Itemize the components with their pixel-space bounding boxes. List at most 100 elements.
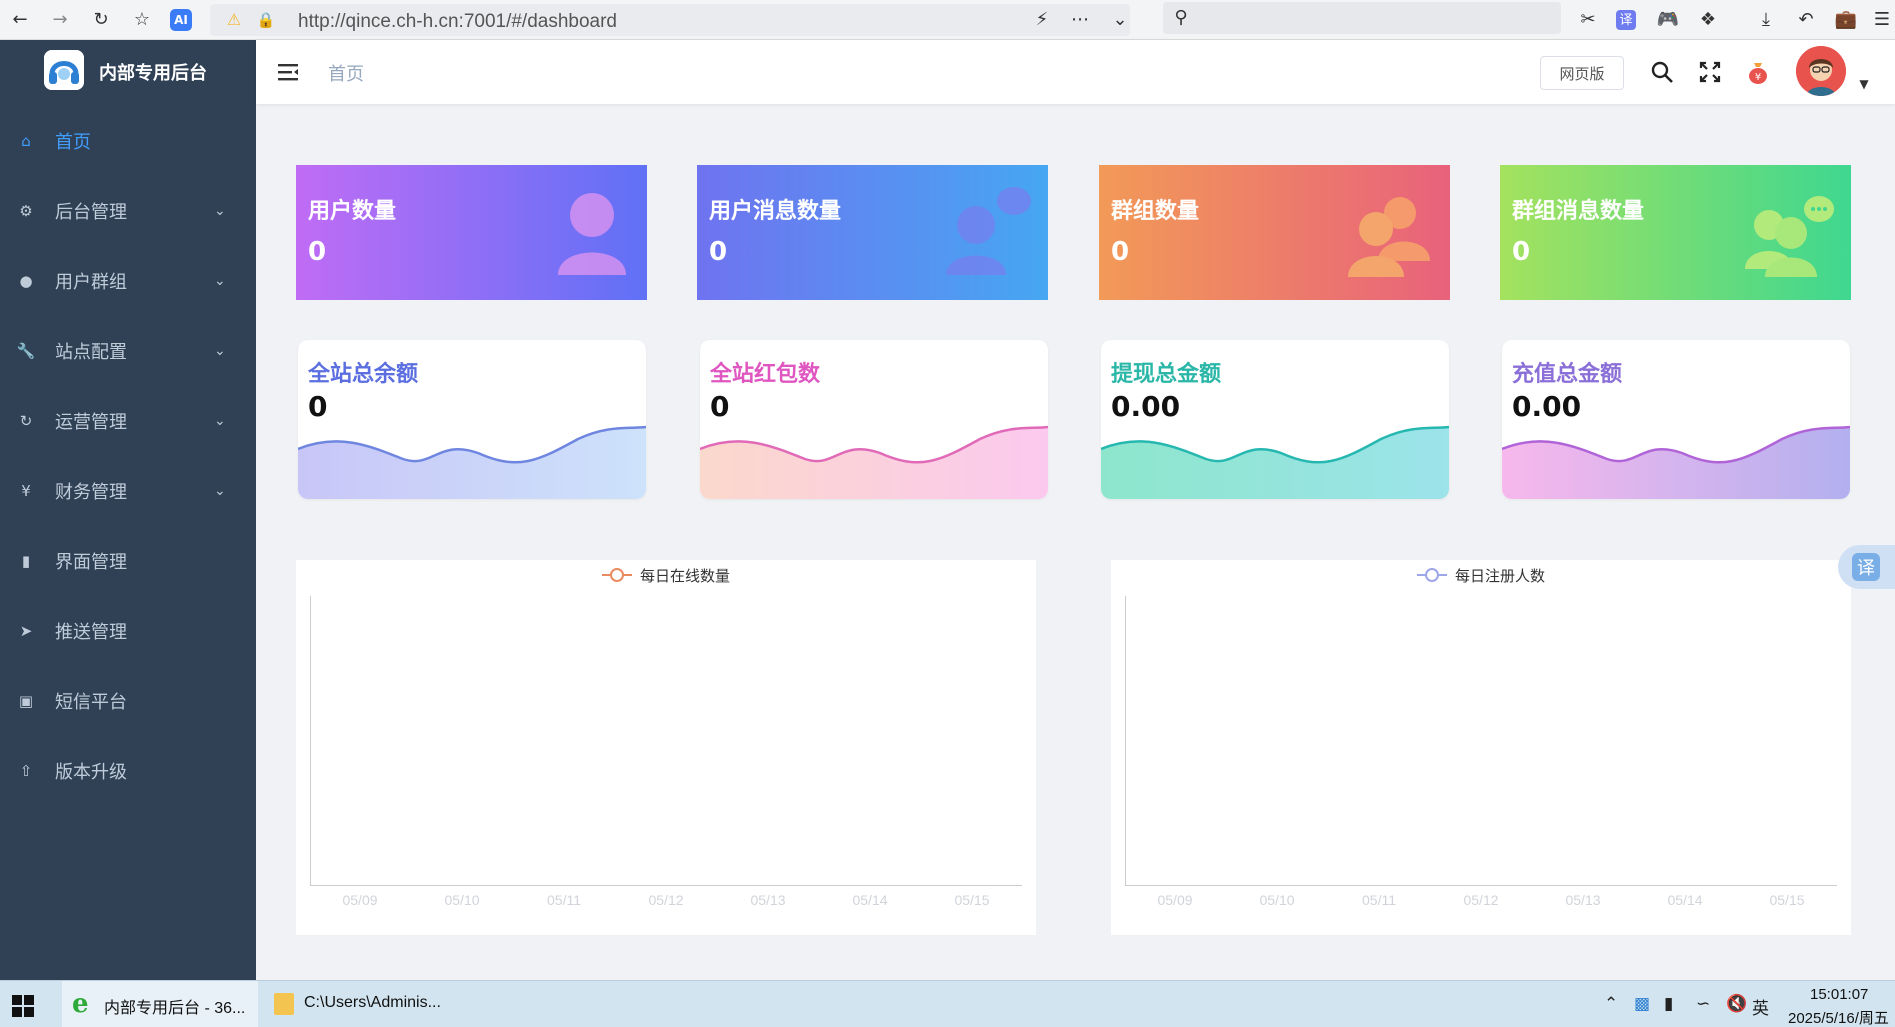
sidebar: 内部专用后台 ⌂ 首页 ⚙ 后台管理 ⌄ ● 用户群组 ⌄ 🔧 站点配置 ⌄ ↻… (0, 40, 256, 980)
chart-legend[interactable]: 每日注册人数 (1417, 564, 1545, 586)
wave-card-total-balance[interactable]: 全站总余额 0 (298, 340, 646, 499)
sidebar-item-label: 界面管理 (55, 552, 127, 572)
menu-icon[interactable]: ☰ (1870, 8, 1894, 32)
battery-icon[interactable]: ▮ (1664, 994, 1673, 1014)
translate-float-button[interactable]: 译 (1838, 545, 1895, 589)
download-icon[interactable]: ⤓ (1754, 8, 1778, 32)
sidebar-item-sms[interactable]: ▣ 短信平台 (0, 666, 256, 736)
wave-card-title: 充值总金额 (1512, 361, 1623, 386)
legend-line-circle-icon (1417, 567, 1447, 583)
wifi-icon[interactable]: ∽ (1696, 994, 1710, 1014)
more-dots-icon[interactable]: ⋯ (1068, 8, 1092, 32)
stat-card-value: 0 (709, 237, 728, 267)
x-tick-label: 05/12 (1463, 892, 1499, 908)
money-icon: ¥ (21, 482, 31, 500)
home-icon: ⌂ (21, 132, 31, 150)
sidebar-item-finance[interactable]: ¥ 财务管理 ⌄ (0, 456, 256, 526)
avatar[interactable] (1796, 46, 1846, 96)
caret-down-icon[interactable]: ▼ (1850, 70, 1878, 98)
wave-graphic (298, 425, 646, 499)
x-tick-label: 05/12 (648, 892, 684, 908)
bookmark-star-icon[interactable]: ☆ (130, 8, 154, 32)
undo-icon[interactable]: ↶ (1794, 8, 1818, 32)
x-tick-label: 05/09 (1157, 892, 1193, 908)
reload-icon[interactable]: ↻ (89, 8, 113, 32)
sidebar-item-label: 推送管理 (55, 622, 127, 642)
chevron-down-icon: ⌄ (214, 203, 226, 219)
x-tick-label: 05/15 (954, 892, 990, 908)
wave-card-withdrawals[interactable]: 提现总金额 0.00 (1101, 340, 1449, 499)
stat-card-users[interactable]: 用户数量 0 (296, 165, 647, 300)
sidebar-item-push[interactable]: ➤ 推送管理 (0, 596, 256, 666)
windows-start-icon[interactable] (12, 995, 34, 1017)
money-bag-icon[interactable]: ¥ (1744, 58, 1772, 86)
stat-card-title: 群组消息数量 (1512, 198, 1645, 223)
puzzle-extension-icon[interactable]: ❖ (1696, 8, 1720, 32)
search-icon[interactable] (1648, 58, 1676, 86)
chevron-down-icon[interactable]: ⌄ (1108, 8, 1132, 32)
translate-extension-icon[interactable]: 译 (1616, 10, 1636, 30)
chart-legend[interactable]: 每日在线数量 (602, 564, 730, 586)
x-tick-label: 05/11 (1362, 892, 1396, 908)
sidebar-item-user-groups[interactable]: ● 用户群组 ⌄ (0, 246, 256, 316)
back-icon[interactable]: ← (8, 8, 32, 32)
sidebar-item-label: 首页 (55, 132, 91, 152)
sidebar-logo[interactable]: 内部专用后台 (0, 40, 256, 102)
top-navbar: 首页 网页版 ¥ ▼ (256, 40, 1895, 104)
sidebar-item-label: 后台管理 (55, 202, 127, 222)
group-chat-icon (1745, 196, 1834, 277)
game-icon[interactable]: 🎮 (1656, 8, 1680, 32)
wave-card-title: 全站总余额 (308, 361, 419, 386)
user-message-icon (946, 187, 1031, 275)
sidebar-item-label: 运营管理 (55, 412, 127, 432)
svg-text:¥: ¥ (1755, 72, 1761, 83)
shield-warning-icon[interactable]: ⚠ (222, 8, 246, 32)
taskbar-browser-window[interactable]: e 内部专用后台 - 36... (62, 981, 258, 1027)
forward-icon[interactable]: → (48, 8, 72, 32)
sidebar-item-home[interactable]: ⌂ 首页 (0, 106, 256, 176)
scissors-icon[interactable]: ✂ (1576, 8, 1600, 32)
fullscreen-icon[interactable] (1696, 58, 1724, 86)
browser-search-box[interactable]: ⚲ (1163, 2, 1561, 34)
wrench-icon: 🔧 (16, 342, 36, 360)
chevron-down-icon: ⌄ (214, 343, 226, 359)
wave-card-red-packets[interactable]: 全站红包数 0 (700, 340, 1048, 499)
stat-card-user-messages[interactable]: 用户消息数量 0 (697, 165, 1048, 300)
sidebar-item-upgrade[interactable]: ⇧ 版本升级 (0, 736, 256, 806)
ime-indicator[interactable]: 英 (1752, 994, 1769, 1019)
stat-card-title: 群组数量 (1111, 198, 1200, 223)
url-text[interactable]: http://qince.ch-h.cn:7001/#/dashboard (298, 11, 617, 33)
stat-card-value: 0 (1111, 237, 1130, 267)
ai-extension-icon[interactable]: AI (170, 9, 192, 31)
stat-card-group-messages[interactable]: 群组消息数量 0 (1500, 165, 1851, 300)
wave-card-recharge[interactable]: 充值总金额 0.00 (1502, 340, 1850, 499)
group-icon (1348, 197, 1430, 277)
sidebar-item-site-config[interactable]: 🔧 站点配置 ⌄ (0, 316, 256, 386)
tray-app-icon[interactable]: ▩ (1634, 994, 1650, 1014)
sidebar-item-admin[interactable]: ⚙ 后台管理 ⌄ (0, 176, 256, 246)
breadcrumb[interactable]: 首页 (328, 60, 364, 86)
legend-line-circle-icon (602, 567, 632, 583)
address-bar[interactable]: ⚠ 🔒 http://qince.ch-h.cn:7001/#/dashboar… (210, 4, 1130, 36)
wave-card-title: 全站红包数 (710, 361, 821, 386)
stat-card-groups[interactable]: 群组数量 0 (1099, 165, 1450, 300)
hamburger-icon[interactable] (276, 60, 300, 84)
chevron-down-icon: ⌄ (214, 273, 226, 289)
web-version-button[interactable]: 网页版 (1540, 56, 1624, 90)
tray-chevron-up-icon[interactable]: ⌃ (1604, 994, 1618, 1014)
clock-time[interactable]: 15:01:07 (1810, 986, 1868, 1003)
user-silhouette-icon (558, 193, 626, 275)
sidebar-item-operations[interactable]: ↻ 运营管理 ⌄ (0, 386, 256, 456)
sidebar-item-label: 版本升级 (55, 762, 127, 782)
legend-label: 每日注册人数 (1455, 567, 1546, 585)
toolbox-icon[interactable]: 💼 (1834, 8, 1858, 32)
clock-date[interactable]: 2025/5/16/周五 (1788, 1007, 1889, 1027)
x-tick-label: 05/10 (1259, 892, 1295, 908)
sidebar-item-interface[interactable]: ▮ 界面管理 (0, 526, 256, 596)
lightning-icon[interactable]: ⚡ (1030, 8, 1054, 32)
insecure-lock-icon[interactable]: 🔒 (254, 8, 278, 32)
wave-graphic (1502, 425, 1850, 499)
stat-card-value: 0 (308, 237, 327, 267)
volume-muted-icon[interactable]: 🔇 (1726, 994, 1747, 1014)
chart-plot-area (1125, 596, 1837, 886)
